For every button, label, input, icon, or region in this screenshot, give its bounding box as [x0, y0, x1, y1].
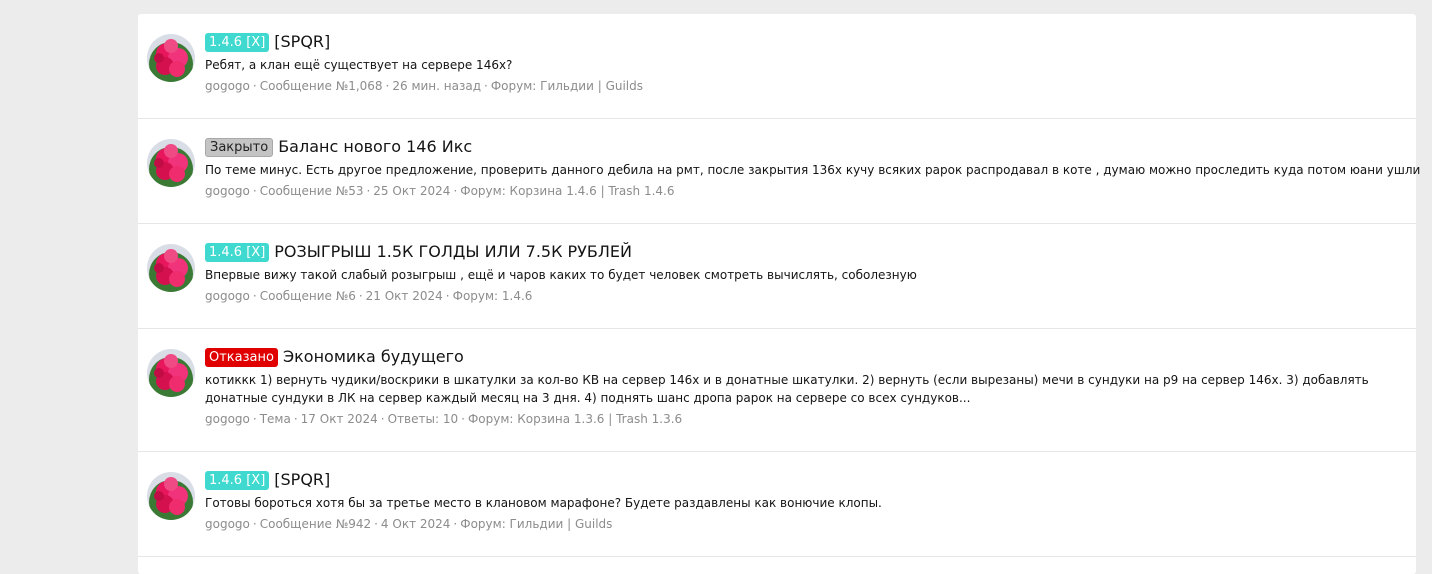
meta-separator: ·: [380, 412, 385, 426]
content-type: Тема: [259, 412, 291, 426]
result-title-link[interactable]: [SPQR]: [274, 470, 330, 489]
author-link[interactable]: gogogo: [205, 289, 250, 303]
meta-separator: ·: [453, 517, 458, 531]
post-date: 25 Окт 2024: [373, 184, 451, 198]
search-result-item: Отказано Экономика будущего котиккк 1) ве…: [138, 329, 1416, 452]
roses-bouquet-icon: [147, 34, 195, 82]
result-title-link[interactable]: Экономика будущего: [283, 347, 464, 366]
user-avatar[interactable]: [147, 139, 195, 187]
post-number: Сообщение №942: [259, 517, 372, 531]
roses-bouquet-icon: [147, 139, 195, 187]
forum-link[interactable]: Форум: Корзина 1.4.6 | Trash 1.4.6: [460, 184, 674, 198]
prefix-badge[interactable]: 1.4.6 [X]: [205, 33, 270, 52]
search-results-panel: 1.4.6 [X] [SPQR] Ребят, а клан ещё сущест…: [138, 14, 1421, 574]
result-title-link[interactable]: РОЗЫГРЫШ 1.5К ГОЛДЫ ИЛИ 7.5К РУБЛЕЙ: [274, 242, 632, 261]
meta-separator: ·: [252, 517, 257, 531]
search-result-item: 1.4.6 [X] [SPQR] Готовы бороться хотя бы …: [138, 452, 1416, 557]
meta-separator: ·: [252, 184, 257, 198]
user-avatar[interactable]: [147, 34, 195, 82]
meta-separator: ·: [374, 517, 378, 531]
post-date: 17 Окт 2024: [300, 412, 378, 426]
meta-separator: ·: [358, 289, 363, 303]
post-date: 4 Окт 2024: [380, 517, 451, 531]
result-title-line: Отказано Экономика будущего: [205, 346, 1396, 368]
meta-separator: ·: [461, 412, 465, 426]
result-meta: gogogo · Сообщение №1,068 · 26 мин. назад · Фо…: [205, 77, 1396, 95]
prefix-badge[interactable]: Закрыто: [205, 138, 274, 157]
search-result-item: 1.4.6 [X] [SPQR] Ребят, а клан ещё сущест…: [138, 14, 1416, 119]
user-avatar[interactable]: [147, 244, 195, 292]
author-link[interactable]: gogogo: [205, 412, 250, 426]
meta-separator: ·: [453, 184, 458, 198]
result-meta: gogogo · Сообщение №6 · 21 Окт 2024 · Форум: 1…: [205, 287, 1396, 305]
post-number: Сообщение №6: [259, 289, 356, 303]
author-link[interactable]: gogogo: [205, 184, 250, 198]
meta-separator: ·: [252, 289, 257, 303]
author-link[interactable]: gogogo: [205, 517, 250, 531]
meta-separator: ·: [385, 79, 390, 93]
meta-separator: ·: [293, 412, 298, 426]
result-snippet: Ребят, а клан ещё существует на сервере …: [205, 58, 513, 72]
roses-bouquet-icon: [147, 349, 195, 397]
author-link[interactable]: gogogo: [205, 79, 250, 93]
forum-link[interactable]: Форум: Корзина 1.3.6 | Trash 1.3.6: [468, 412, 682, 426]
reply-count: Ответы: 10: [387, 412, 459, 426]
prefix-badge[interactable]: 1.4.6 [X]: [205, 471, 270, 490]
prefix-badge[interactable]: Отказано: [205, 348, 278, 367]
user-avatar[interactable]: [147, 472, 195, 520]
user-avatar[interactable]: [147, 349, 195, 397]
search-result-item: 1.4.6 [X] РОЗЫГРЫШ 1.5К ГОЛДЫ ИЛИ 7.5К РУ…: [138, 224, 1416, 329]
roses-bouquet-icon: [147, 472, 195, 520]
roses-bouquet-icon: [147, 244, 195, 292]
meta-separator: ·: [484, 79, 488, 93]
result-meta: gogogo · Тема · 17 Окт 2024 · Ответы: 10 · Форум…: [205, 410, 1396, 428]
result-title-link[interactable]: [SPQR]: [274, 32, 330, 51]
meta-separator: ·: [252, 412, 257, 426]
result-snippet: котиккк 1) вернуть чудики/воскрики в шка…: [205, 373, 1369, 405]
meta-separator: ·: [445, 289, 450, 303]
result-title-line: 1.4.6 [X] [SPQR]: [205, 31, 1396, 53]
result-title-line: Закрыто Баланс нового 146 Икс: [205, 136, 1396, 158]
forum-link[interactable]: Форум: Гильдии | Guilds: [491, 79, 643, 93]
result-title-link[interactable]: Баланс нового 146 Икс: [278, 137, 472, 156]
post-number: Сообщение №1,068: [259, 79, 383, 93]
meta-separator: ·: [252, 79, 257, 93]
search-result-item: Закрыто Баланс нового 146 Икс По теме мин…: [138, 119, 1421, 224]
result-snippet: Готовы бороться хотя бы за третье место …: [205, 496, 882, 510]
meta-separator: ·: [366, 184, 371, 198]
result-meta: gogogo · Сообщение №942 · 4 Окт 2024 · Форум: …: [205, 515, 1396, 533]
forum-link[interactable]: Форум: Гильдии | Guilds: [460, 517, 612, 531]
result-title-line: 1.4.6 [X] [SPQR]: [205, 469, 1396, 491]
forum-link[interactable]: Форум: 1.4.6: [453, 289, 533, 303]
post-number: Сообщение №53: [259, 184, 364, 198]
result-meta: gogogo · Сообщение №53 · 25 Окт 2024 · Форум: …: [205, 182, 1396, 200]
result-snippet: По теме минус. Есть другое предложение, …: [205, 163, 1421, 177]
result-snippet: Впервые вижу такой слабый розыгрыш , ещё…: [205, 268, 917, 282]
post-date: 26 мин. назад: [392, 79, 482, 93]
result-title-line: 1.4.6 [X] РОЗЫГРЫШ 1.5К ГОЛДЫ ИЛИ 7.5К РУ…: [205, 241, 1396, 263]
prefix-badge[interactable]: 1.4.6 [X]: [205, 243, 270, 262]
post-date: 21 Окт 2024: [365, 289, 443, 303]
